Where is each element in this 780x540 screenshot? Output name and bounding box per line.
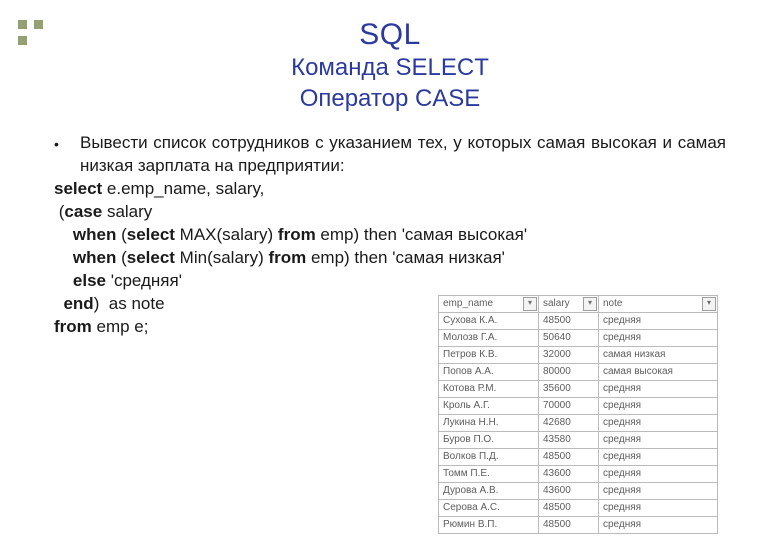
kw-case: case — [64, 202, 102, 221]
decoration-square — [18, 36, 27, 45]
cell-emp-name: Волков П.Д. — [438, 449, 538, 465]
cell-emp-name: Серова А.С. — [438, 500, 538, 516]
cell-emp-name: Петров К.В. — [438, 347, 538, 363]
table-row: Лукина Н.Н.42680средняя — [438, 414, 718, 431]
cell-salary: 42680 — [538, 415, 598, 431]
table-row: Кроль А.Г.70000средняя — [438, 397, 718, 414]
dropdown-icon: ▾ — [702, 297, 716, 311]
table-row: Рюмин В.П.48500средняя — [438, 516, 718, 534]
cell-salary: 48500 — [538, 449, 598, 465]
kw-from: from — [278, 225, 316, 244]
kw-when: when — [73, 248, 116, 267]
cell-note: средняя — [598, 432, 718, 448]
cell-emp-name: Томм П.Е. — [438, 466, 538, 482]
cell-salary: 48500 — [538, 500, 598, 516]
table-header: emp_name▾ salary▾ note▾ — [438, 295, 718, 312]
table-row: Буров П.О.43580средняя — [438, 431, 718, 448]
cell-note: средняя — [598, 500, 718, 516]
slide-title: SQL — [0, 18, 780, 52]
bullet-item: • Вывести список сотрудников с указанием… — [54, 132, 726, 178]
cell-emp-name: Попов А.А. — [438, 364, 538, 380]
col-header-emp-name: emp_name▾ — [438, 296, 538, 312]
kw-end: end — [63, 294, 93, 313]
table-row: Попов А.А.80000самая высокая — [438, 363, 718, 380]
kw-else: else — [73, 271, 106, 290]
cell-note: средняя — [598, 313, 718, 329]
slide-subtitle-2: Оператор CASE — [0, 83, 780, 114]
cell-note: средняя — [598, 466, 718, 482]
table-row: Сухова К.А.48500средняя — [438, 312, 718, 329]
kw-from: from — [268, 248, 306, 267]
cell-salary: 48500 — [538, 517, 598, 533]
kw-from: from — [54, 317, 92, 336]
cell-note: средняя — [598, 330, 718, 346]
table-row: Томм П.Е.43600средняя — [438, 465, 718, 482]
kw-select: select — [127, 248, 175, 267]
cell-note: средняя — [598, 517, 718, 533]
col-header-salary: salary▾ — [538, 296, 598, 312]
col-header-note: note▾ — [598, 296, 718, 312]
cell-salary: 32000 — [538, 347, 598, 363]
cell-salary: 50640 — [538, 330, 598, 346]
dropdown-icon: ▾ — [523, 297, 537, 311]
cell-salary: 70000 — [538, 398, 598, 414]
decoration-square — [34, 20, 43, 29]
cell-note: средняя — [598, 449, 718, 465]
cell-note: самая высокая — [598, 364, 718, 380]
bullet-text: Вывести список сотрудников с указанием т… — [80, 132, 726, 178]
cell-emp-name: Рюмин В.П. — [438, 517, 538, 533]
cell-note: средняя — [598, 381, 718, 397]
cell-salary: 43580 — [538, 432, 598, 448]
cell-emp-name: Котова Р.М. — [438, 381, 538, 397]
cell-note: средняя — [598, 398, 718, 414]
cell-emp-name: Кроль А.Г. — [438, 398, 538, 414]
table-row: Молозв Г.А.50640средняя — [438, 329, 718, 346]
cell-emp-name: Сухова К.А. — [438, 313, 538, 329]
dropdown-icon: ▾ — [583, 297, 597, 311]
kw-select: select — [127, 225, 175, 244]
cell-emp-name: Лукина Н.Н. — [438, 415, 538, 431]
table-row: Дурова А.В.43600средняя — [438, 482, 718, 499]
table-row: Серова А.С.48500средняя — [438, 499, 718, 516]
cell-salary: 35600 — [538, 381, 598, 397]
table-row: Петров К.В.32000самая низкая — [438, 346, 718, 363]
cell-emp-name: Буров П.О. — [438, 432, 538, 448]
cell-salary: 43600 — [538, 466, 598, 482]
cell-note: средняя — [598, 415, 718, 431]
cell-note: средняя — [598, 483, 718, 499]
cell-emp-name: Дурова А.В. — [438, 483, 538, 499]
result-table: emp_name▾ salary▾ note▾ Сухова К.А.48500… — [438, 295, 718, 534]
cell-salary: 43600 — [538, 483, 598, 499]
bullet-icon: • — [54, 132, 80, 178]
slide: SQL Команда SELECT Оператор CASE • Вывес… — [0, 0, 780, 540]
cell-salary: 80000 — [538, 364, 598, 380]
kw-when: when — [73, 225, 116, 244]
kw-select: select — [54, 179, 102, 198]
title-block: SQL Команда SELECT Оператор CASE — [0, 0, 780, 114]
decoration-square — [18, 20, 27, 29]
cell-emp-name: Молозв Г.А. — [438, 330, 538, 346]
cell-note: самая низкая — [598, 347, 718, 363]
slide-subtitle-1: Команда SELECT — [0, 52, 780, 83]
table-row: Волков П.Д.48500средняя — [438, 448, 718, 465]
cell-salary: 48500 — [538, 313, 598, 329]
table-row: Котова Р.М.35600средняя — [438, 380, 718, 397]
